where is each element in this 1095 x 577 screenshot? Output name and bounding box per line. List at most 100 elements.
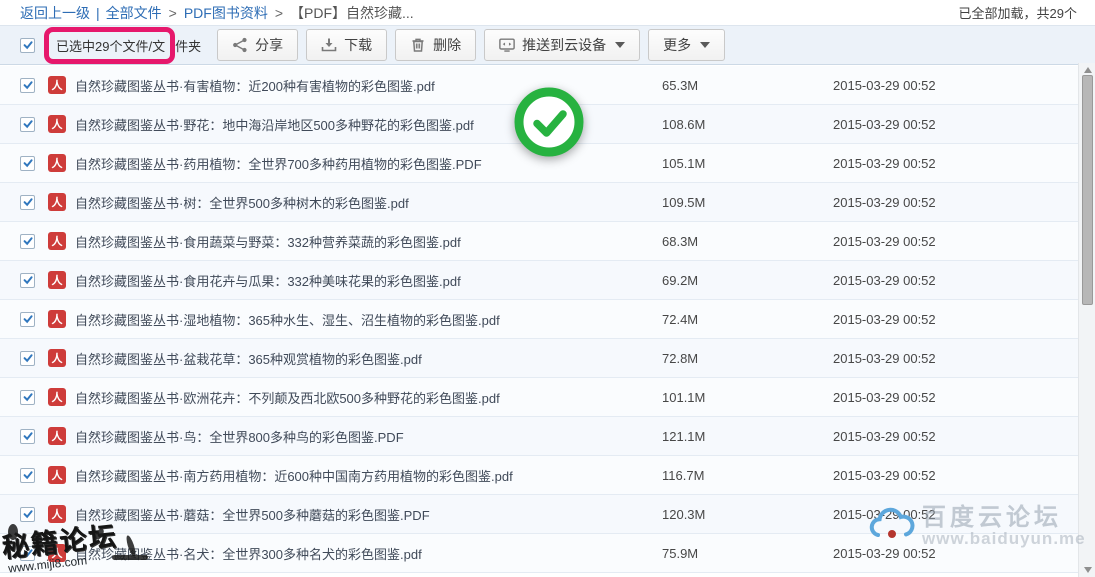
- file-size: 69.2M: [662, 273, 698, 288]
- breadcrumb-separator: |: [96, 5, 100, 21]
- vertical-scrollbar[interactable]: [1078, 63, 1095, 577]
- check-icon: [22, 274, 34, 286]
- file-checkbox[interactable]: [20, 390, 35, 405]
- file-name-link[interactable]: 自然珍藏图鉴丛书·药用植物：全世界700多种药用植物的彩色图鉴.PDF: [75, 154, 482, 173]
- check-icon: [22, 235, 34, 247]
- file-date: 2015-03-29 00:52: [833, 156, 936, 171]
- pdf-file-icon: 人: [48, 232, 66, 250]
- file-date: 2015-03-29 00:52: [833, 195, 936, 210]
- file-date: 2015-03-29 00:52: [833, 78, 936, 93]
- file-size: 120.3M: [662, 507, 705, 522]
- success-check-overlay: [513, 86, 585, 158]
- pdf-file-icon: 人: [48, 154, 66, 172]
- file-checkbox[interactable]: [20, 78, 35, 93]
- breadcrumb-folder-link[interactable]: PDF图书资料: [184, 3, 268, 23]
- file-row[interactable]: 人 自然珍藏图鉴丛书·盆栽花草：365种观赏植物的彩色图鉴.pdf 72.8M …: [0, 339, 1078, 378]
- file-checkbox[interactable]: [20, 117, 35, 132]
- file-size: 101.1M: [662, 390, 705, 405]
- file-date: 2015-03-29 00:52: [833, 429, 936, 444]
- trash-icon: [410, 37, 426, 53]
- check-icon: [22, 430, 34, 442]
- file-row[interactable]: 人 自然珍藏图鉴丛书·欧洲花卉：不列颠及西北欧500多种野花的彩色图鉴.pdf …: [0, 378, 1078, 417]
- file-size: 109.5M: [662, 195, 705, 210]
- download-icon: [321, 37, 337, 53]
- file-checkbox[interactable]: [20, 312, 35, 327]
- file-name-link[interactable]: 自然珍藏图鉴丛书·欧洲花卉：不列颠及西北欧500多种野花的彩色图鉴.pdf: [75, 388, 500, 407]
- file-size: 65.3M: [662, 78, 698, 93]
- file-checkbox[interactable]: [20, 468, 35, 483]
- file-checkbox[interactable]: [20, 234, 35, 249]
- file-date: 2015-03-29 00:52: [833, 273, 936, 288]
- file-name-link[interactable]: 自然珍藏图鉴丛书·食用花卉与瓜果：332种美味花果的彩色图鉴.pdf: [75, 271, 461, 290]
- file-row[interactable]: 人 自然珍藏图鉴丛书·湿地植物：365种水生、湿生、沼生植物的彩色图鉴.pdf …: [0, 300, 1078, 339]
- selection-highlight-annotation: 已选中29个文件/文: [44, 27, 175, 64]
- pdf-file-icon: 人: [48, 466, 66, 484]
- file-name-link[interactable]: 自然珍藏图鉴丛书·食用蔬菜与野菜：332种营养菜蔬的彩色图鉴.pdf: [75, 232, 461, 251]
- push-to-cloud-device-button[interactable]: 推送到云设备: [484, 29, 640, 61]
- share-button[interactable]: 分享: [217, 29, 298, 61]
- file-row[interactable]: 人 自然珍藏图鉴丛书·食用花卉与瓜果：332种美味花果的彩色图鉴.pdf 69.…: [0, 261, 1078, 300]
- check-icon: [22, 196, 34, 208]
- more-button[interactable]: 更多: [648, 29, 725, 61]
- file-row[interactable]: 人 自然珍藏图鉴丛书·南方药用植物：近600种中国南方药用植物的彩色图鉴.pdf…: [0, 456, 1078, 495]
- file-row[interactable]: 人 自然珍藏图鉴丛书·名犬：全世界300多种名犬的彩色图鉴.pdf 75.9M …: [0, 534, 1078, 573]
- file-size: 105.1M: [662, 156, 705, 171]
- scroll-down-arrow[interactable]: [1079, 563, 1095, 577]
- pdf-file-icon: 人: [48, 544, 66, 562]
- file-name-link[interactable]: 自然珍藏图鉴丛书·南方药用植物：近600种中国南方药用植物的彩色图鉴.pdf: [75, 466, 513, 485]
- file-name-link[interactable]: 自然珍藏图鉴丛书·名犬：全世界300多种名犬的彩色图鉴.pdf: [75, 544, 422, 563]
- file-date: 2015-03-29 00:52: [833, 351, 936, 366]
- arrow-down-icon: [1084, 567, 1092, 573]
- file-date: 2015-03-29 00:52: [833, 507, 936, 522]
- file-name-link[interactable]: 自然珍藏图鉴丛书·蘑菇：全世界500多种蘑菇的彩色图鉴.PDF: [75, 505, 430, 524]
- chevron-down-icon: [700, 42, 710, 48]
- pdf-file-icon: 人: [48, 310, 66, 328]
- file-row[interactable]: 人 自然珍藏图鉴丛书·鸟：全世界800多种鸟的彩色图鉴.PDF 121.1M 2…: [0, 417, 1078, 456]
- file-name-link[interactable]: 自然珍藏图鉴丛书·野花：地中海沿岸地区500多种野花的彩色图鉴.pdf: [75, 115, 474, 134]
- delete-button[interactable]: 删除: [395, 29, 476, 61]
- file-name-link[interactable]: 自然珍藏图鉴丛书·树：全世界500多种树木的彩色图鉴.pdf: [75, 193, 409, 212]
- file-checkbox[interactable]: [20, 507, 35, 522]
- delete-button-label: 删除: [433, 35, 461, 55]
- file-checkbox[interactable]: [20, 156, 35, 171]
- breadcrumb-chevron: >: [275, 5, 283, 21]
- file-size: 72.8M: [662, 351, 698, 366]
- pdf-file-icon: 人: [48, 388, 66, 406]
- file-row[interactable]: 人 自然珍藏图鉴丛书·树：全世界500多种树木的彩色图鉴.pdf 109.5M …: [0, 183, 1078, 222]
- file-checkbox[interactable]: [20, 195, 35, 210]
- download-button[interactable]: 下载: [306, 29, 387, 61]
- share-button-label: 分享: [255, 35, 283, 55]
- breadcrumb-back-link[interactable]: 返回上一级: [20, 3, 90, 23]
- file-name-link[interactable]: 自然珍藏图鉴丛书·有害植物：近200种有害植物的彩色图鉴.pdf: [75, 76, 435, 95]
- breadcrumb-chevron: >: [169, 5, 177, 21]
- file-checkbox[interactable]: [20, 273, 35, 288]
- breadcrumb-all-files-link[interactable]: 全部文件: [106, 3, 162, 23]
- file-date: 2015-03-29 00:52: [833, 117, 936, 132]
- file-name-link[interactable]: 自然珍藏图鉴丛书·盆栽花草：365种观赏植物的彩色图鉴.pdf: [75, 349, 422, 368]
- file-checkbox[interactable]: [20, 546, 35, 561]
- share-icon: [232, 37, 248, 53]
- file-row[interactable]: 人 自然珍藏图鉴丛书·食用蔬菜与野菜：332种营养菜蔬的彩色图鉴.pdf 68.…: [0, 222, 1078, 261]
- pdf-file-icon: 人: [48, 505, 66, 523]
- selection-count-boxed: 已选中29个文件/文: [56, 39, 165, 54]
- check-icon: [22, 118, 34, 130]
- breadcrumb-current-folder: 【PDF】自然珍藏...: [290, 3, 414, 23]
- file-row[interactable]: 人 自然珍藏图鉴丛书·蘑菇：全世界500多种蘑菇的彩色图鉴.PDF 120.3M…: [0, 495, 1078, 534]
- selection-count-text: 已选中29个文件/文 件夹: [44, 27, 201, 64]
- file-name-link[interactable]: 自然珍藏图鉴丛书·湿地植物：365种水生、湿生、沼生植物的彩色图鉴.pdf: [75, 310, 500, 329]
- more-button-label: 更多: [663, 35, 691, 55]
- file-checkbox[interactable]: [20, 429, 35, 444]
- selection-count-rest: 件夹: [175, 36, 201, 55]
- pdf-file-icon: 人: [48, 349, 66, 367]
- chevron-down-icon: [615, 42, 625, 48]
- pdf-file-icon: 人: [48, 76, 66, 94]
- check-icon: [22, 79, 34, 91]
- file-checkbox[interactable]: [20, 351, 35, 366]
- file-name-link[interactable]: 自然珍藏图鉴丛书·鸟：全世界800多种鸟的彩色图鉴.PDF: [75, 427, 404, 446]
- select-all-checkbox[interactable]: [20, 38, 35, 53]
- check-icon: [22, 469, 34, 481]
- pdf-file-icon: 人: [48, 193, 66, 211]
- scrollbar-thumb[interactable]: [1082, 75, 1093, 305]
- green-check-icon: [513, 86, 585, 158]
- breadcrumb-bar: 返回上一级 | 全部文件 > PDF图书资料 > 【PDF】自然珍藏... 已全…: [0, 0, 1095, 25]
